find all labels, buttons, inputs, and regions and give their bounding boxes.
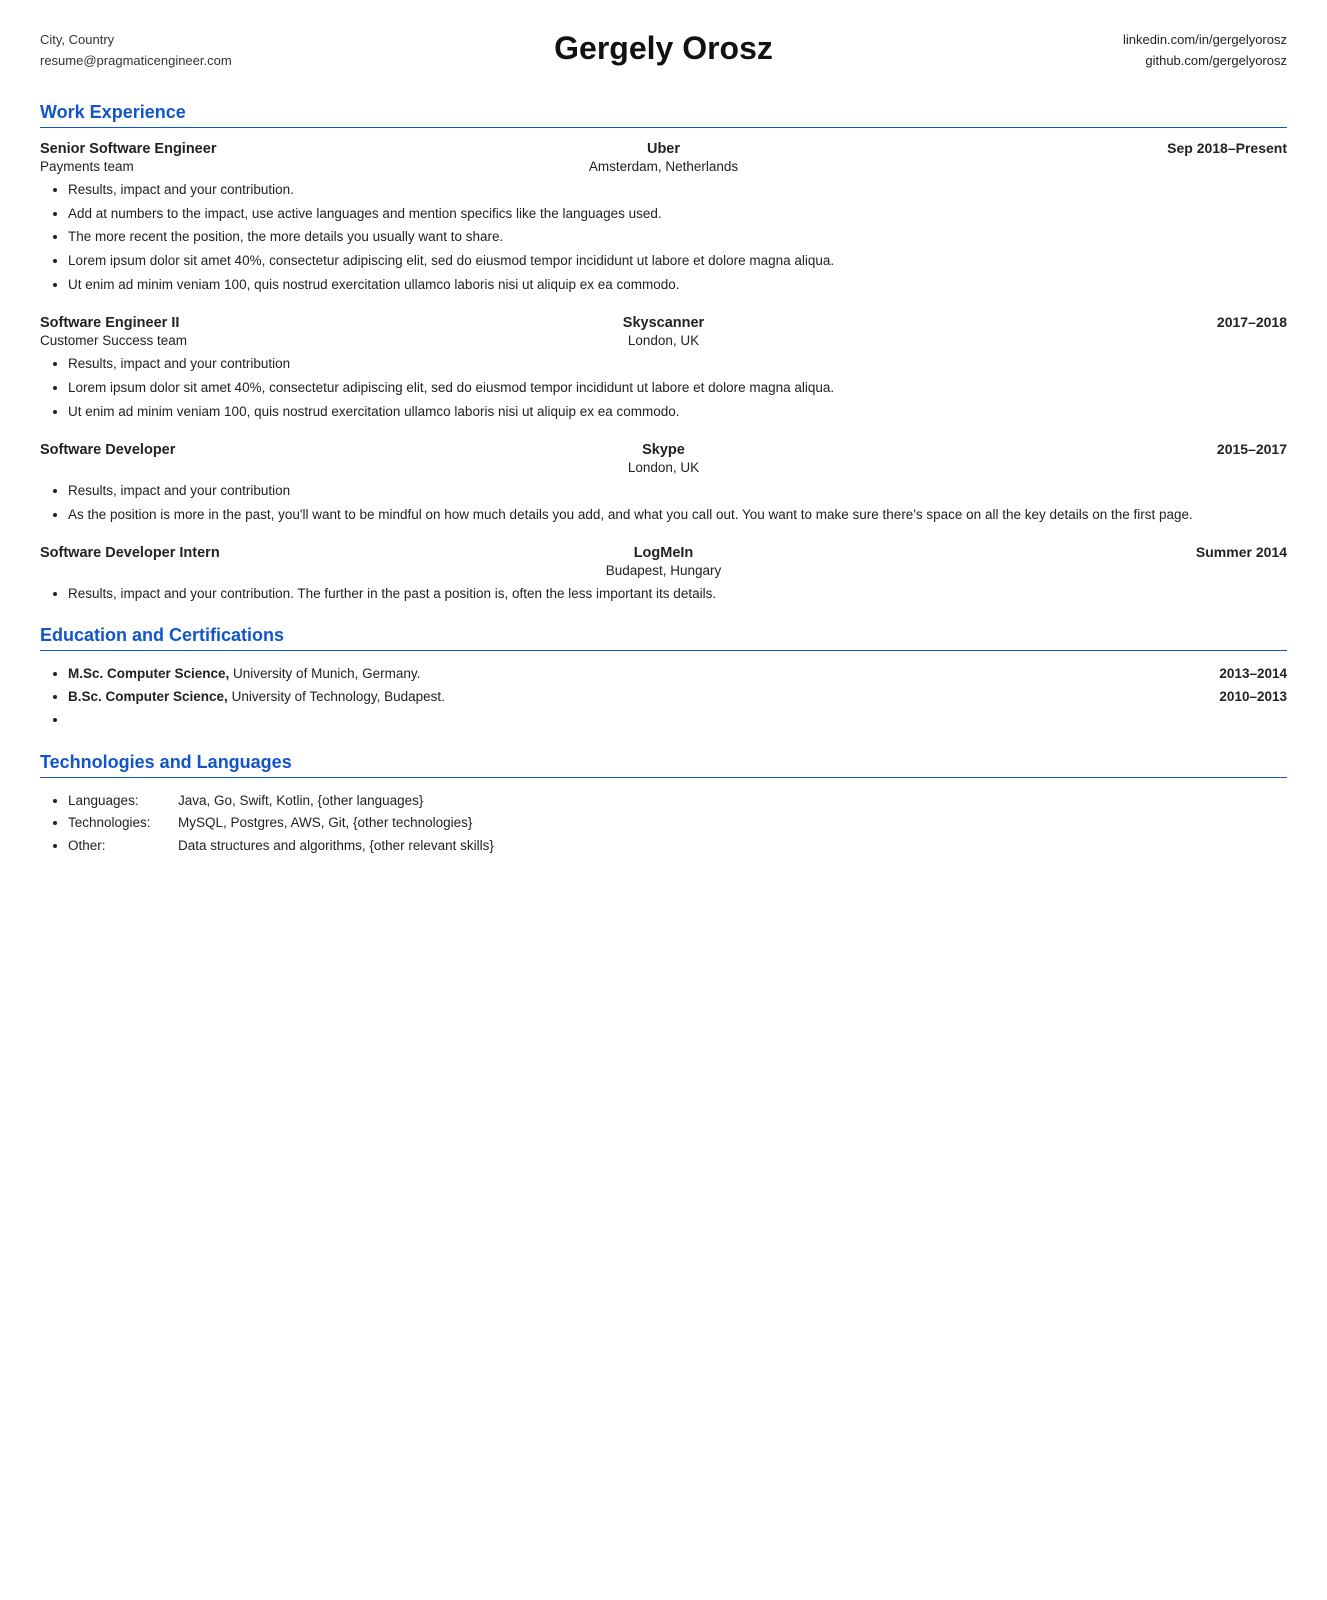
edu-item-msc: M.Sc. Computer Science, University of Mu… xyxy=(68,663,1287,686)
job-location-logmein: Budapest, Hungary xyxy=(456,563,872,578)
github-link[interactable]: github.com/gergelyorosz xyxy=(773,51,1287,72)
technologies-section: Technologies and Languages Languages: Ja… xyxy=(40,752,1287,859)
job-entry-logmein: Software Developer Intern LogMeIn Summer… xyxy=(40,544,1287,605)
job-location-skyscanner: London, UK xyxy=(456,333,872,348)
list-item: M.Sc. Computer Science, University of Mu… xyxy=(68,663,1287,686)
header-email: resume@pragmaticengineer.com xyxy=(40,51,554,72)
edu-degree-empty xyxy=(68,709,1267,732)
header-links: linkedin.com/in/gergelyorosz github.com/… xyxy=(773,30,1287,72)
linkedin-link[interactable]: linkedin.com/in/gergelyorosz xyxy=(773,30,1287,51)
job-date-skype: 2015–2017 xyxy=(871,441,1287,457)
tech-label-other: Other: xyxy=(68,835,178,858)
job-header-logmein: Software Developer Intern LogMeIn Summer… xyxy=(40,544,1287,561)
job-location-uber: Amsterdam, Netherlands xyxy=(456,159,872,174)
list-item: As the position is more in the past, you… xyxy=(68,505,1287,526)
job-title-skype: Software Developer xyxy=(40,442,456,458)
job-date-logmein: Summer 2014 xyxy=(871,544,1287,560)
job-team-skyscanner: Customer Success team xyxy=(40,333,456,348)
job-subheader-uber: Payments team Amsterdam, Netherlands xyxy=(40,159,1287,174)
candidate-name: Gergely Orosz xyxy=(554,30,773,67)
list-item: Technologies: MySQL, Postgres, AWS, Git,… xyxy=(68,812,1287,835)
resume-header: City, Country resume@pragmaticengineer.c… xyxy=(40,30,1287,72)
tech-label-languages: Languages: xyxy=(68,790,178,813)
list-item: Lorem ipsum dolor sit amet 40%, consecte… xyxy=(68,378,1287,399)
tech-item-languages: Languages: Java, Go, Swift, Kotlin, {oth… xyxy=(68,790,1287,813)
job-date-skyscanner: 2017–2018 xyxy=(871,314,1287,330)
list-item: Results, impact and your contribution xyxy=(68,481,1287,502)
tech-value-languages: Java, Go, Swift, Kotlin, {other language… xyxy=(178,790,1287,813)
education-section: Education and Certifications M.Sc. Compu… xyxy=(40,625,1287,732)
tech-value-technologies: MySQL, Postgres, AWS, Git, {other techno… xyxy=(178,812,1287,835)
work-experience-title: Work Experience xyxy=(40,102,1287,123)
edu-degree-bold-msc: M.Sc. Computer Science, xyxy=(68,666,229,681)
education-list: M.Sc. Computer Science, University of Mu… xyxy=(68,663,1287,732)
tech-item-other: Other: Data structures and algorithms, {… xyxy=(68,835,1287,858)
list-item: Results, impact and your contribution xyxy=(68,354,1287,375)
header-contact-left: City, Country resume@pragmaticengineer.c… xyxy=(40,30,554,72)
job-subheader-logmein: Budapest, Hungary xyxy=(40,563,1287,578)
job-company-uber: Uber xyxy=(456,141,872,157)
job-team-logmein xyxy=(40,563,456,578)
edu-degree-msc: M.Sc. Computer Science, University of Mu… xyxy=(68,663,1199,686)
list-item: Ut enim ad minim veniam 100, quis nostru… xyxy=(68,275,1287,296)
job-title-uber: Senior Software Engineer xyxy=(40,141,456,157)
job-bullets-uber: Results, impact and your contribution. A… xyxy=(68,180,1287,297)
job-title-skyscanner: Software Engineer II xyxy=(40,315,456,331)
job-location-skype: London, UK xyxy=(456,460,872,475)
technologies-title: Technologies and Languages xyxy=(40,752,1287,773)
edu-degree-rest-msc: University of Munich, Germany. xyxy=(229,666,420,681)
edu-year-bsc: 2010–2013 xyxy=(1219,686,1287,709)
job-bullets-skyscanner: Results, impact and your contribution Lo… xyxy=(68,354,1287,423)
job-header-skype: Software Developer Skype 2015–2017 xyxy=(40,441,1287,458)
job-title-logmein: Software Developer Intern xyxy=(40,545,456,561)
work-experience-section: Work Experience Senior Software Engineer… xyxy=(40,102,1287,605)
job-bullets-logmein: Results, impact and your contribution. T… xyxy=(68,584,1287,605)
list-item: Languages: Java, Go, Swift, Kotlin, {oth… xyxy=(68,790,1287,813)
job-header-skyscanner: Software Engineer II Skyscanner 2017–201… xyxy=(40,314,1287,331)
job-company-skyscanner: Skyscanner xyxy=(456,315,872,331)
job-subheader-skype: London, UK xyxy=(40,460,1287,475)
tech-label-technologies: Technologies: xyxy=(68,812,178,835)
job-entry-skyscanner: Software Engineer II Skyscanner 2017–201… xyxy=(40,314,1287,423)
education-title: Education and Certifications xyxy=(40,625,1287,646)
job-entry-skype: Software Developer Skype 2015–2017 Londo… xyxy=(40,441,1287,526)
edu-year-msc: 2013–2014 xyxy=(1219,663,1287,686)
job-company-logmein: LogMeIn xyxy=(456,545,872,561)
list-item: Add at numbers to the impact, use active… xyxy=(68,204,1287,225)
education-divider xyxy=(40,650,1287,651)
job-header-uber: Senior Software Engineer Uber Sep 2018–P… xyxy=(40,140,1287,157)
job-subheader-skyscanner: Customer Success team London, UK xyxy=(40,333,1287,348)
tech-item-technologies: Technologies: MySQL, Postgres, AWS, Git,… xyxy=(68,812,1287,835)
job-entry-uber: Senior Software Engineer Uber Sep 2018–P… xyxy=(40,140,1287,297)
list-item: Results, impact and your contribution. xyxy=(68,180,1287,201)
work-experience-divider xyxy=(40,127,1287,128)
header-name-block: Gergely Orosz xyxy=(554,30,773,67)
list-item: Other: Data structures and algorithms, {… xyxy=(68,835,1287,858)
technologies-divider xyxy=(40,777,1287,778)
list-item: B.Sc. Computer Science, University of Te… xyxy=(68,686,1287,709)
edu-degree-bold-bsc: B.Sc. Computer Science, xyxy=(68,689,228,704)
edu-degree-bsc: B.Sc. Computer Science, University of Te… xyxy=(68,686,1199,709)
job-team-skype xyxy=(40,460,456,475)
list-item: Results, impact and your contribution. T… xyxy=(68,584,1287,605)
edu-degree-rest-bsc: University of Technology, Budapest. xyxy=(228,689,445,704)
job-bullets-skype: Results, impact and your contribution As… xyxy=(68,481,1287,526)
list-item: Lorem ipsum dolor sit amet 40%, consecte… xyxy=(68,251,1287,272)
edu-item-empty xyxy=(68,709,1287,732)
tech-value-other: Data structures and algorithms, {other r… xyxy=(178,835,1287,858)
edu-item-bsc: B.Sc. Computer Science, University of Te… xyxy=(68,686,1287,709)
list-item: The more recent the position, the more d… xyxy=(68,227,1287,248)
list-item: Ut enim ad minim veniam 100, quis nostru… xyxy=(68,402,1287,423)
job-company-skype: Skype xyxy=(456,442,872,458)
list-item xyxy=(68,709,1287,732)
job-team-uber: Payments team xyxy=(40,159,456,174)
technologies-list: Languages: Java, Go, Swift, Kotlin, {oth… xyxy=(68,790,1287,859)
header-city: City, Country xyxy=(40,30,554,51)
job-date-uber: Sep 2018–Present xyxy=(871,140,1287,156)
